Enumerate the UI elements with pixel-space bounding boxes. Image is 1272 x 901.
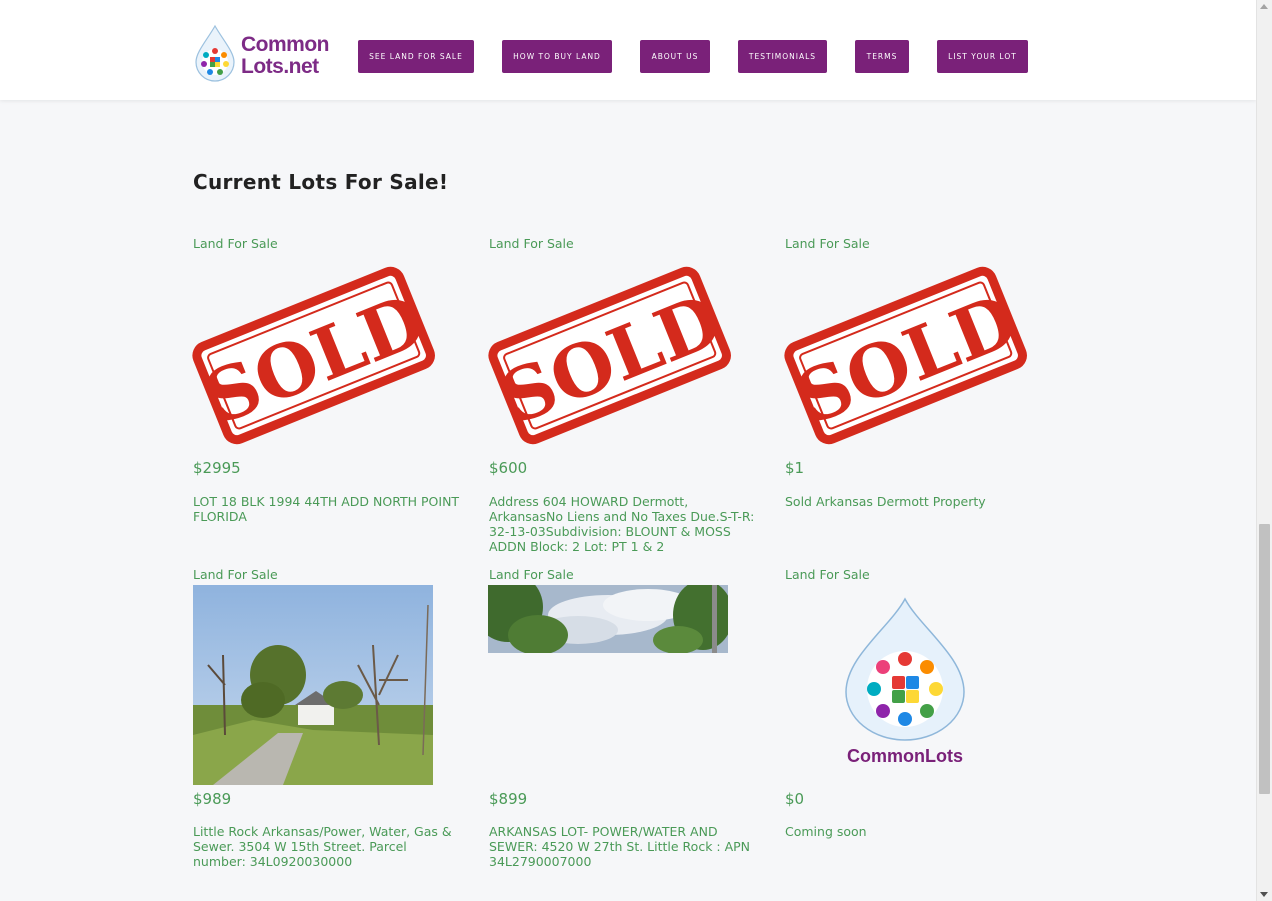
listing-description: Little Rock Arkansas/Power, Water, Gas &… [193, 824, 452, 869]
listing-label[interactable]: Land For Sale [193, 567, 278, 582]
street-photo-image[interactable] [193, 585, 433, 785]
listing-description: Address 604 HOWARD Dermott, ArkansasNo L… [489, 494, 755, 554]
page-title: Current Lots For Sale! [193, 170, 449, 194]
sold-stamp-image[interactable]: SOLD [782, 254, 1027, 454]
nav-how-to-buy-land[interactable]: HOW TO BUY LAND [502, 40, 612, 73]
listing-label[interactable]: Land For Sale [785, 567, 870, 582]
listing-price: $0 [785, 790, 805, 808]
listing-price: $2995 [193, 459, 241, 477]
nav-list-your-lot[interactable]: LIST YOUR LOT [937, 40, 1028, 73]
nav-terms[interactable]: TERMS [855, 40, 909, 73]
logo-drop-icon [195, 24, 235, 82]
listing-description: Coming soon [785, 824, 867, 839]
listing-price: $989 [193, 790, 232, 808]
trees-photo-image[interactable] [488, 585, 728, 653]
listing-label[interactable]: Land For Sale [193, 236, 278, 251]
logo-line2: Lots.net [241, 55, 319, 78]
logo-text: Common Lots.net [241, 33, 330, 78]
listing-price: $600 [489, 459, 528, 477]
scrollbar-thumb[interactable] [1259, 524, 1270, 794]
listing-label[interactable]: Land For Sale [785, 236, 870, 251]
logo-line1: Common [241, 33, 330, 56]
sold-stamp-image[interactable]: SOLD [190, 254, 435, 454]
nav-see-land-for-sale[interactable]: SEE LAND FOR SALE [358, 40, 474, 73]
site-logo[interactable]: Common Lots.net [193, 24, 343, 84]
nav-testimonials[interactable]: TESTIMONIALS [738, 40, 827, 73]
scroll-up-arrow-icon[interactable] [1260, 4, 1268, 9]
listing-description: Sold Arkansas Dermott Property [785, 494, 986, 509]
site-header: Common Lots.net SEE LAND FOR SALE HOW TO… [0, 0, 1256, 100]
listing-label[interactable]: Land For Sale [489, 567, 574, 582]
page-scrollbar[interactable] [1256, 0, 1272, 901]
listing-description: ARKANSAS LOT- POWER/WATER AND SEWER: 452… [489, 824, 751, 869]
scroll-down-arrow-icon[interactable] [1260, 892, 1268, 897]
listing-price: $1 [785, 459, 805, 477]
nav-about-us[interactable]: ABOUT US [640, 40, 710, 73]
sold-stamp-image[interactable]: SOLD [486, 254, 731, 454]
commonlots-placeholder-logo[interactable]: CommonLots [830, 597, 980, 769]
listing-description: LOT 18 BLK 1994 44TH ADD NORTH POINT FLO… [193, 494, 460, 524]
placeholder-logo-text: CommonLots [847, 746, 963, 766]
listing-label[interactable]: Land For Sale [489, 236, 574, 251]
listing-price: $899 [489, 790, 528, 808]
